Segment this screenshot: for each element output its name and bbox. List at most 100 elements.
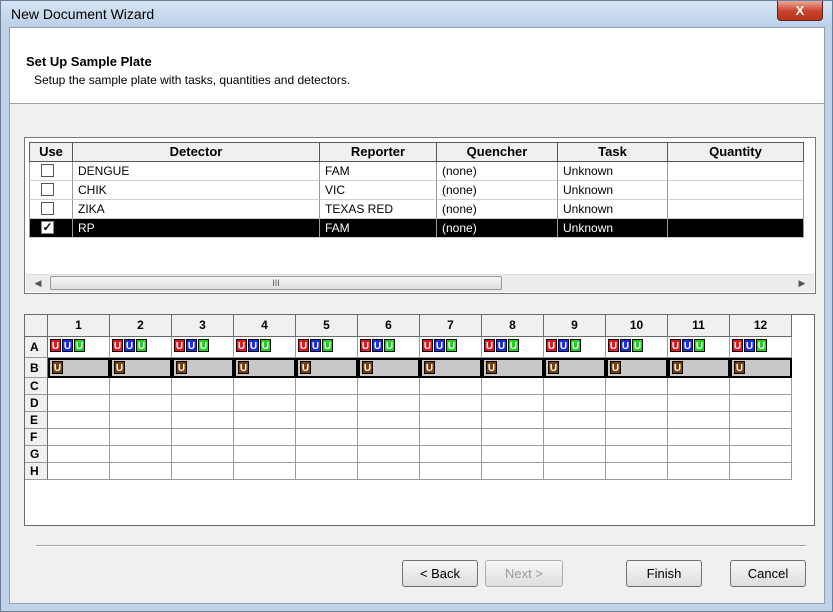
plate-well[interactable] xyxy=(110,395,172,412)
plate-well[interactable]: U xyxy=(110,358,172,378)
plate-well[interactable] xyxy=(544,395,606,412)
back-button[interactable]: < Back xyxy=(402,560,478,587)
plate-column-header[interactable]: 9 xyxy=(544,315,606,337)
plate-well[interactable] xyxy=(110,412,172,429)
plate-well[interactable] xyxy=(110,463,172,480)
plate-well[interactable]: UUU xyxy=(234,337,296,358)
plate-well[interactable] xyxy=(606,429,668,446)
plate-well[interactable] xyxy=(730,446,792,463)
plate-well[interactable] xyxy=(296,395,358,412)
plate-column-header[interactable]: 10 xyxy=(606,315,668,337)
next-button[interactable]: Next > xyxy=(485,560,563,587)
plate-well[interactable] xyxy=(668,446,730,463)
detector-row[interactable]: ZIKA TEXAS RED (none) Unknown xyxy=(29,200,804,219)
scroll-thumb[interactable]: III xyxy=(50,276,502,290)
plate-well[interactable] xyxy=(358,429,420,446)
plate-well[interactable]: UUU xyxy=(606,337,668,358)
plate-well[interactable] xyxy=(606,446,668,463)
plate-well[interactable]: U xyxy=(482,358,544,378)
plate-well[interactable] xyxy=(172,429,234,446)
plate-well[interactable]: UUU xyxy=(172,337,234,358)
plate-well[interactable] xyxy=(482,378,544,395)
plate-well[interactable] xyxy=(172,463,234,480)
plate-well[interactable]: U xyxy=(296,358,358,378)
plate-well[interactable]: UUU xyxy=(420,337,482,358)
plate-well[interactable] xyxy=(358,446,420,463)
plate-column-header[interactable]: 6 xyxy=(358,315,420,337)
plate-well[interactable] xyxy=(482,463,544,480)
col-header-quantity[interactable]: Quantity xyxy=(668,142,804,162)
col-header-task[interactable]: Task xyxy=(558,142,668,162)
plate-well[interactable]: U xyxy=(668,358,730,378)
plate-row-header[interactable]: E xyxy=(25,412,48,429)
quantity-cell[interactable] xyxy=(668,181,804,200)
use-checkbox[interactable] xyxy=(41,202,54,215)
plate-well[interactable] xyxy=(668,395,730,412)
plate-column-header[interactable]: 7 xyxy=(420,315,482,337)
plate-well[interactable] xyxy=(172,378,234,395)
plate-column-header[interactable]: 2 xyxy=(110,315,172,337)
quantity-cell[interactable] xyxy=(668,162,804,181)
plate-well[interactable] xyxy=(420,463,482,480)
plate-well[interactable]: UUU xyxy=(730,337,792,358)
plate-well[interactable] xyxy=(358,395,420,412)
plate-column-header[interactable]: 12 xyxy=(730,315,792,337)
plate-well[interactable] xyxy=(420,446,482,463)
plate-well[interactable] xyxy=(48,446,110,463)
plate-well[interactable]: U xyxy=(420,358,482,378)
plate-well[interactable] xyxy=(110,429,172,446)
plate-well[interactable] xyxy=(48,412,110,429)
col-header-quencher[interactable]: Quencher xyxy=(437,142,558,162)
plate-well[interactable] xyxy=(668,412,730,429)
plate-row-header[interactable]: G xyxy=(25,446,48,463)
plate-row-header[interactable]: D xyxy=(25,395,48,412)
plate-well[interactable]: UUU xyxy=(544,337,606,358)
plate-well[interactable] xyxy=(544,412,606,429)
plate-column-header[interactable]: 3 xyxy=(172,315,234,337)
plate-well[interactable] xyxy=(296,378,358,395)
plate-well[interactable] xyxy=(234,378,296,395)
detector-row[interactable]: CHIK VIC (none) Unknown xyxy=(29,181,804,200)
plate-column-header[interactable]: 8 xyxy=(482,315,544,337)
plate-well[interactable] xyxy=(358,378,420,395)
horizontal-scrollbar[interactable]: ◀ III ▶ xyxy=(26,274,814,292)
plate-well[interactable]: U xyxy=(172,358,234,378)
plate-well[interactable] xyxy=(358,463,420,480)
quantity-cell[interactable] xyxy=(668,200,804,219)
plate-well[interactable]: UUU xyxy=(358,337,420,358)
plate-well[interactable] xyxy=(420,429,482,446)
plate-well[interactable] xyxy=(730,412,792,429)
plate-well[interactable] xyxy=(234,395,296,412)
plate-well[interactable]: UUU xyxy=(668,337,730,358)
plate-well[interactable] xyxy=(234,463,296,480)
detector-row-selected[interactable]: ✓ RP FAM (none) Unknown xyxy=(29,219,804,238)
plate-well[interactable] xyxy=(482,429,544,446)
scroll-left-icon[interactable]: ◀ xyxy=(28,275,48,292)
plate-well[interactable] xyxy=(48,378,110,395)
col-header-use[interactable]: Use xyxy=(29,142,73,162)
plate-well[interactable] xyxy=(172,395,234,412)
plate-well[interactable] xyxy=(730,378,792,395)
plate-well[interactable] xyxy=(48,463,110,480)
plate-well[interactable]: UUU xyxy=(110,337,172,358)
plate-row-header[interactable]: B xyxy=(25,358,48,378)
plate-well[interactable]: UUU xyxy=(296,337,358,358)
plate-column-header[interactable]: 1 xyxy=(48,315,110,337)
plate-well[interactable] xyxy=(420,395,482,412)
plate-well[interactable]: U xyxy=(48,358,110,378)
use-checkbox[interactable] xyxy=(41,164,54,177)
plate-well[interactable]: U xyxy=(358,358,420,378)
plate-well[interactable] xyxy=(296,463,358,480)
plate-row-header[interactable]: C xyxy=(25,378,48,395)
plate-column-header[interactable]: 4 xyxy=(234,315,296,337)
plate-well[interactable] xyxy=(544,429,606,446)
plate-well[interactable] xyxy=(606,395,668,412)
plate-well[interactable] xyxy=(668,463,730,480)
quantity-cell[interactable] xyxy=(668,219,804,238)
plate-well[interactable] xyxy=(296,429,358,446)
plate-well[interactable] xyxy=(172,446,234,463)
plate-well[interactable] xyxy=(482,446,544,463)
plate-well[interactable] xyxy=(482,412,544,429)
plate-well[interactable] xyxy=(606,463,668,480)
plate-well[interactable] xyxy=(110,446,172,463)
